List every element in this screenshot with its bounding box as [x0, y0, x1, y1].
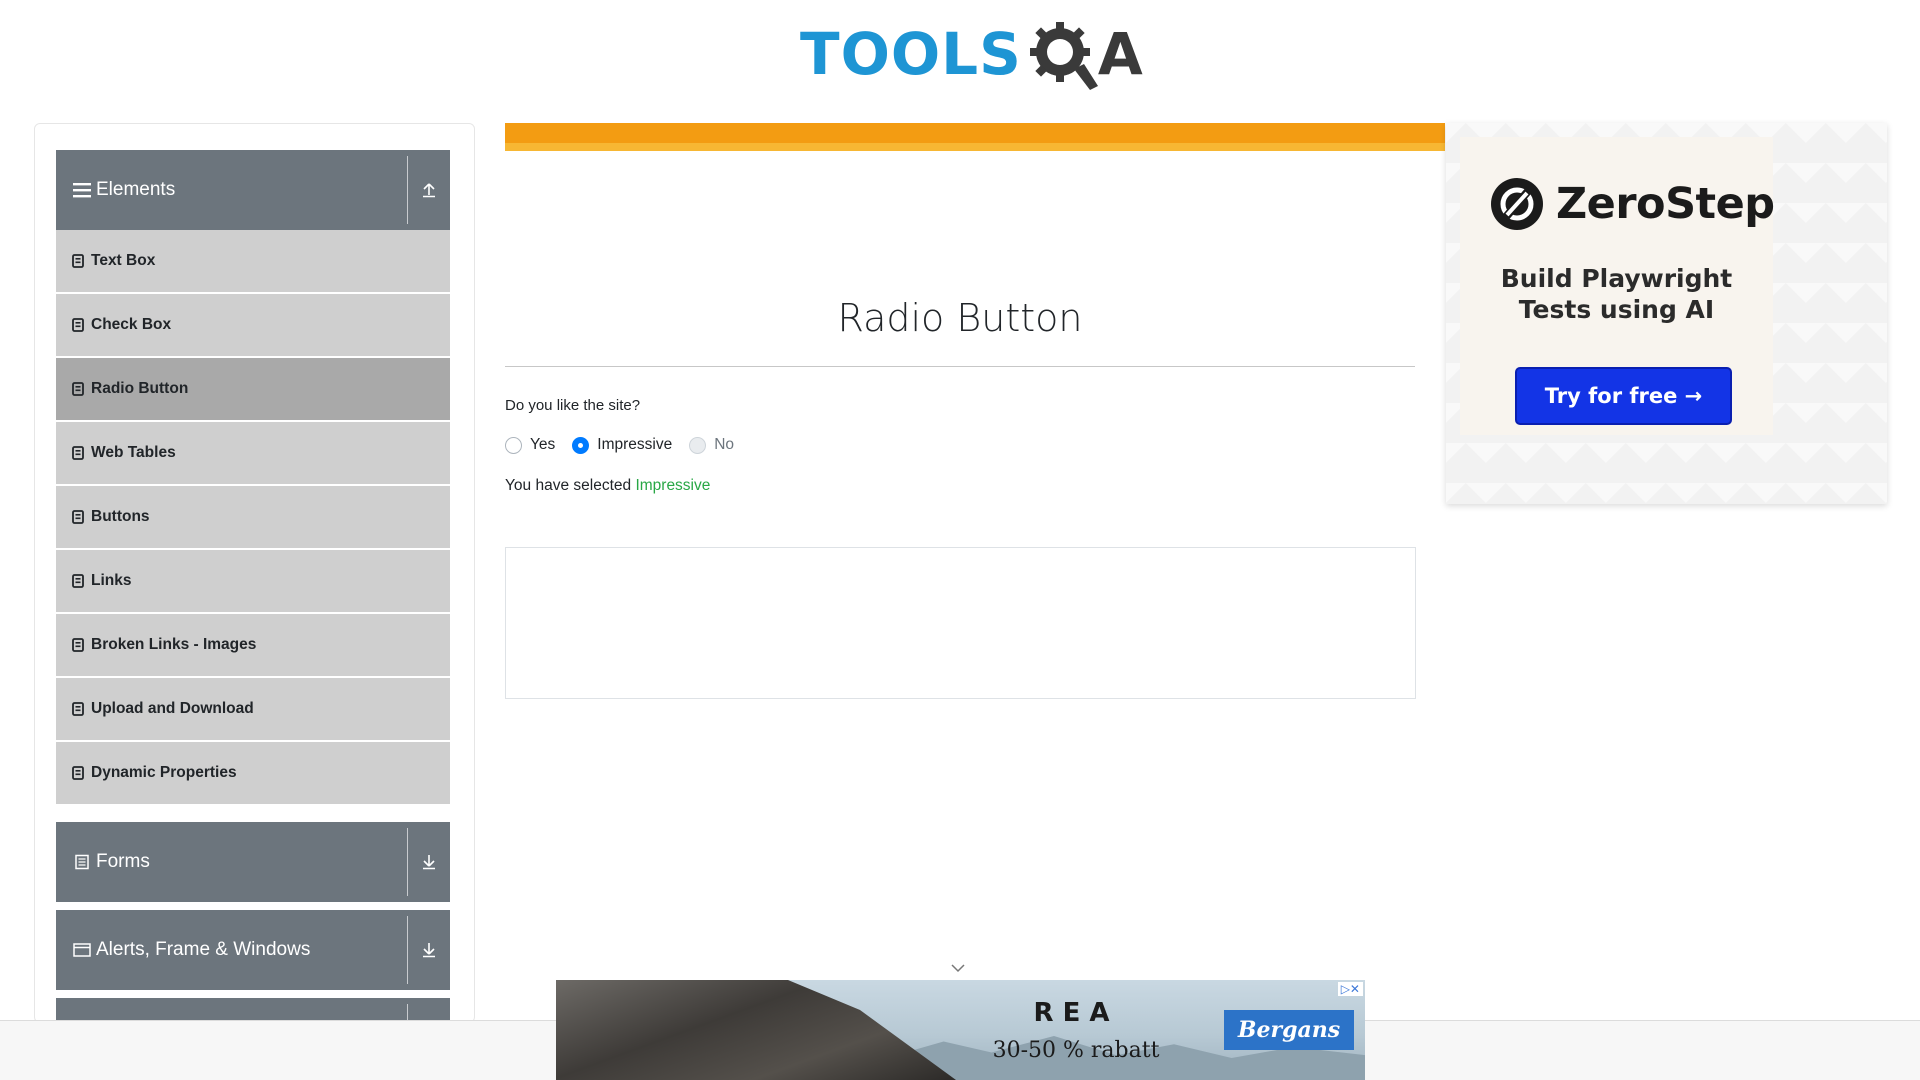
- menu-item-label: Text Box: [91, 252, 156, 269]
- adchoices-icon[interactable]: ▷✕: [1337, 982, 1363, 996]
- divider: [407, 916, 408, 984]
- menu-item-label: Links: [91, 572, 132, 589]
- zerostep-ad[interactable]: ZeroStep Build Playwright Tests using AI…: [1446, 123, 1887, 504]
- item-icon: [72, 702, 84, 716]
- divider: [407, 156, 408, 224]
- question-text: Do you like the site?: [505, 397, 641, 414]
- menu-item-label: Web Tables: [91, 444, 176, 461]
- bergans-ad[interactable]: REA 30-50 % rabatt Bergans ▷✕: [556, 980, 1365, 1080]
- radio-yes[interactable]: [505, 436, 522, 454]
- ad-tagline-line2: Tests using AI: [1518, 295, 1715, 324]
- expand-arrow-icon[interactable]: [416, 822, 442, 902]
- logo-a-text: A: [1097, 20, 1143, 88]
- menu-item-label: Buttons: [91, 508, 150, 525]
- item-icon: [72, 446, 84, 460]
- menu-item-label: Dynamic Properties: [91, 764, 237, 781]
- radio-label-impressive[interactable]: Impressive: [597, 436, 672, 454]
- ad-headline: REA: [1033, 998, 1119, 1028]
- result-value: Impressive: [635, 477, 711, 494]
- sidebar-group-alerts-frame-windows[interactable]: Alerts, Frame & Windows: [56, 910, 450, 990]
- ad-offer: 30-50 % rabatt: [992, 1038, 1160, 1063]
- menu-item-dynamic-properties[interactable]: Dynamic Properties: [56, 742, 450, 804]
- page: TOOLS A Elements Text Box Check Box Radi…: [0, 0, 1920, 1080]
- menu-item-label: Check Box: [91, 316, 172, 333]
- elements-menu-list: Text Box Check Box Radio Button Web Tabl…: [56, 230, 450, 806]
- menu-item-label: Upload and Download: [91, 700, 254, 717]
- ad-tagline-line1: Build Playwright: [1500, 264, 1733, 293]
- menu-item-text-box[interactable]: Text Box: [56, 230, 450, 292]
- logo-tools-text: TOOLS: [800, 20, 1022, 88]
- form-icon: [72, 852, 92, 872]
- sidebar: Elements Text Box Check Box Radio Button…: [34, 123, 475, 1023]
- bergans-logo: Bergans: [1224, 1010, 1354, 1050]
- ad-placeholder-box: [505, 547, 1416, 699]
- menu-item-broken-links[interactable]: Broken Links - Images: [56, 614, 450, 676]
- result-prefix: You have selected: [505, 477, 632, 494]
- menu-item-buttons[interactable]: Buttons: [56, 486, 450, 548]
- item-icon: [72, 766, 84, 780]
- menu-item-radio-button[interactable]: Radio Button: [56, 358, 450, 420]
- zerostep-brand: ZeroStep: [1556, 179, 1775, 229]
- window-icon: [72, 940, 92, 960]
- radio-label-yes[interactable]: Yes: [530, 436, 555, 454]
- sidebar-group-forms[interactable]: Forms: [56, 822, 450, 902]
- item-icon: [72, 254, 84, 268]
- radio-label-no: No: [714, 436, 735, 453]
- sidebar-group-label: Alerts, Frame & Windows: [96, 939, 311, 960]
- item-icon: [72, 318, 84, 332]
- zerostep-logo: ZeroStep: [1490, 177, 1775, 231]
- expand-arrow-icon[interactable]: [416, 910, 442, 990]
- title-divider: [505, 366, 1415, 367]
- menu-item-upload-download[interactable]: Upload and Download: [56, 678, 450, 740]
- radio-option-impressive[interactable]: Impressive: [572, 436, 672, 454]
- item-icon: [72, 574, 84, 588]
- radio-option-yes[interactable]: Yes: [505, 436, 555, 454]
- collapse-arrow-icon[interactable]: [416, 150, 442, 230]
- ad-card: ZeroStep Build Playwright Tests using AI…: [1460, 137, 1775, 435]
- chevron-down-icon[interactable]: [950, 962, 966, 974]
- try-for-free-button[interactable]: Try for free →: [1515, 367, 1732, 425]
- item-icon: [72, 638, 84, 652]
- sidebar-group-elements[interactable]: Elements: [56, 150, 450, 230]
- radio-option-no: No: [689, 436, 734, 454]
- menu-item-label: Broken Links - Images: [91, 636, 257, 653]
- item-icon: [72, 382, 84, 396]
- sidebar-group-label: Forms: [96, 851, 150, 872]
- sidebar-group-label: Elements: [96, 179, 176, 200]
- top-ad-banner[interactable]: [505, 123, 1445, 151]
- radio-impressive[interactable]: [572, 436, 590, 454]
- ad-tagline: Build Playwright Tests using AI: [1460, 263, 1773, 325]
- radio-group: Yes Impressive No: [505, 436, 751, 454]
- ad-rock-image: [556, 980, 956, 1080]
- menu-item-check-box[interactable]: Check Box: [56, 294, 450, 356]
- hamburger-icon: [72, 180, 92, 200]
- toolsqa-logo[interactable]: TOOLS A: [800, 14, 1143, 94]
- divider: [407, 828, 408, 896]
- page-title: Radio Button: [837, 296, 1083, 340]
- result-text: You have selected Impressive: [505, 477, 710, 495]
- menu-item-links[interactable]: Links: [56, 550, 450, 612]
- top-ad-strip: [505, 143, 1445, 151]
- zerostep-logo-icon: [1491, 178, 1543, 230]
- item-icon: [72, 510, 84, 524]
- menu-item-label: Radio Button: [91, 380, 189, 397]
- menu-item-web-tables[interactable]: Web Tables: [56, 422, 450, 484]
- gear-magnifier-icon: [1029, 22, 1098, 90]
- radio-no: [689, 436, 707, 454]
